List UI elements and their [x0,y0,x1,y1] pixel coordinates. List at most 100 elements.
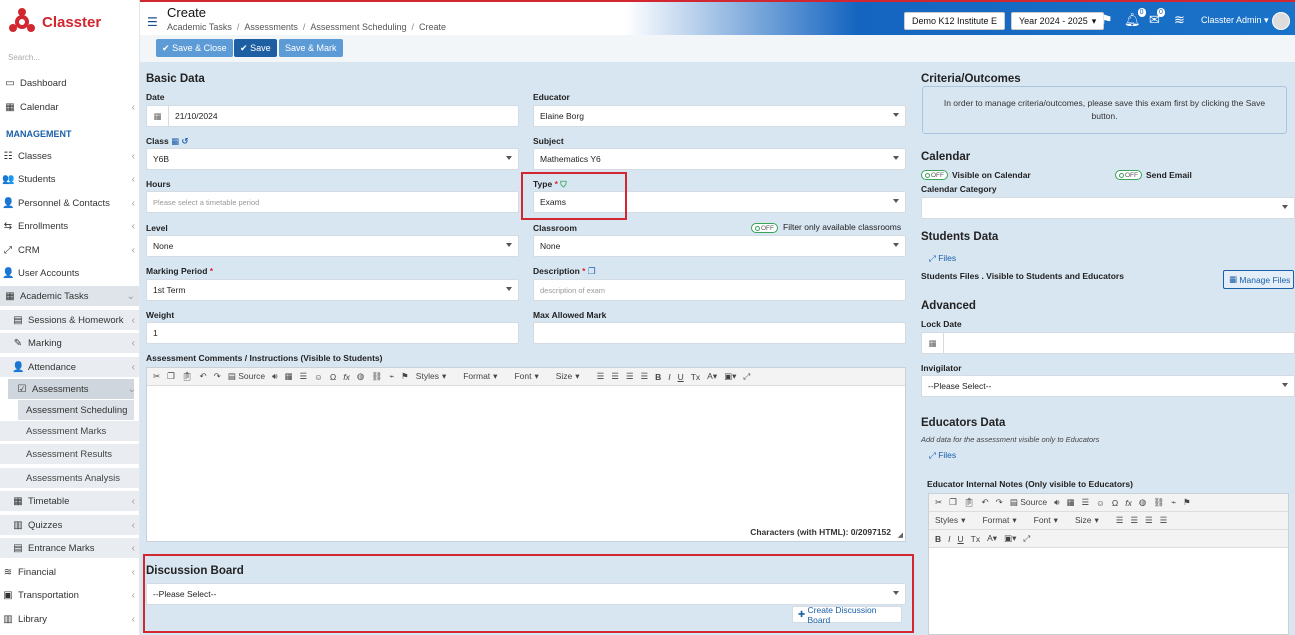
sidebar-item-crm[interactable]: ⤢ CRM ‹ [0,240,139,260]
bold-button[interactable]: B [935,534,941,544]
invigilator-select[interactable]: --Please Select-- [921,375,1295,397]
sidebar-item-classes[interactable]: ☷ Classes ‹ [0,146,139,166]
sidebar-item-personnel[interactable]: 👤 Personnel & Contacts ‹ [0,193,139,213]
paste-icon[interactable]: 📋︎ [182,371,193,382]
table-icon[interactable]: ▦ [1067,497,1075,508]
sidebar-item-financial[interactable]: ≋ Financial ‹ [0,562,139,582]
sidebar-item-timetable[interactable]: ▦ Timetable ‹ [0,491,139,511]
align-right-icon[interactable]: ☰ [1145,515,1153,526]
mail-icon[interactable]: ✉ 0 [1149,8,1165,28]
sidebar-item-calendar[interactable]: ▦ Calendar ‹ [0,97,139,117]
text-color-icon[interactable]: A▾ [987,533,997,544]
sidebar-item-library[interactable]: ▥ Library ‹ [0,609,139,629]
sidebar-item-assessments[interactable]: ☑ Assessments ⌄ [8,379,136,399]
menu-icon[interactable]: ☰ [147,15,158,29]
resize-handle-icon[interactable]: ◢ [898,531,903,539]
copy-icon[interactable]: ❐ [949,497,957,508]
calendar-category-select[interactable] [921,197,1295,219]
layers-icon[interactable]: ≋ [1174,12,1185,28]
max-mark-input[interactable] [533,322,906,344]
format-dropdown[interactable]: Format ▾ [982,515,1026,526]
bell-icon[interactable]: 🔔︎ 0 [1124,8,1146,28]
comments-editor[interactable]: ✂ ❐ 📋︎ ↶ ↷ ▤ Source 🔊︎ ▦ ☰ ☺ Ωfx ◍ ⛓ ⌁ ⚑ Styles ▾ Fo… [146,367,906,542]
clear-format-button[interactable]: Tx [971,534,980,544]
sidebar-item-assessments-analysis[interactable]: Assessments Analysis [0,468,139,488]
styles-dropdown[interactable]: Styles ▾ [416,371,456,382]
sidebar-item-marking[interactable]: ✎ Marking ‹ [0,333,139,353]
calendar-icon[interactable]: ▦ [171,136,179,146]
italic-button[interactable]: I [948,534,950,544]
history-icon[interactable]: ↺ [181,136,188,146]
breadcrumb-assessment-scheduling[interactable]: Assessment Scheduling [310,22,406,32]
level-select[interactable]: None [146,235,519,257]
undo-icon[interactable]: ↶ [982,497,989,508]
user-menu[interactable]: Classter Admin ▾ [1201,15,1269,26]
italic-button[interactable]: I [668,372,670,382]
sidebar-item-assessment-marks[interactable]: Assessment Marks [0,421,139,441]
flag-icon[interactable]: ⚑ [1183,497,1191,508]
globe-icon[interactable]: ◍ [357,371,364,382]
link-icon[interactable]: ⛓ [371,371,382,382]
class-select[interactable]: Y6B [146,148,519,170]
size-dropdown[interactable]: Size ▾ [1075,515,1109,526]
media-icon[interactable]: 🔊︎ [1054,497,1059,508]
hr-icon[interactable]: ☰ [300,371,308,382]
formula-icon[interactable]: fx [343,372,350,382]
smiley-icon[interactable]: ☺ [1096,498,1105,508]
sidebar-item-entrance-marks[interactable]: ▤ Entrance Marks ‹ [0,538,139,558]
sidebar-item-enrollments[interactable]: ⇆ Enrollments ‹ [0,216,139,236]
cut-icon[interactable]: ✂ [153,371,160,382]
send-email-toggle[interactable]: OFF [1115,170,1142,180]
marking-period-select[interactable]: 1st Term [146,279,519,301]
redo-icon[interactable]: ↷ [214,371,221,382]
sidebar-item-assessment-scheduling[interactable]: Assessment Scheduling [18,400,134,420]
underline-button[interactable]: U [678,372,684,382]
size-dropdown[interactable]: Size ▾ [556,371,590,382]
unlink-icon[interactable]: ⌁ [1171,497,1176,508]
align-justify-icon[interactable]: ☰ [1160,515,1168,526]
clear-format-button[interactable]: Tx [691,372,700,382]
educator-select[interactable]: Elaine Borg [533,105,906,127]
students-files-link[interactable]: ⤢ Files [929,253,956,264]
source-button[interactable]: ▤ Source [1010,497,1047,508]
save-close-button[interactable]: ✔ Save & Close [156,39,233,57]
sidebar-item-dashboard[interactable]: ▭ Dashboard [0,73,139,93]
omega-icon[interactable]: Ω [330,372,336,382]
bold-button[interactable]: B [655,372,661,382]
align-center-icon[interactable]: ☰ [611,371,619,382]
create-discussion-button[interactable]: ✚ Create Discussion Board [792,605,902,625]
educators-files-link[interactable]: ⤢ Files [929,450,956,461]
format-dropdown[interactable]: Format ▾ [463,371,507,382]
sidebar-item-user-accounts[interactable]: 👤 User Accounts [0,263,139,283]
align-center-icon[interactable]: ☰ [1130,515,1138,526]
align-right-icon[interactable]: ☰ [626,371,634,382]
date-field[interactable]: ▦ 21/10/2024 [146,105,519,127]
sidebar-search-input[interactable]: Search... [8,53,40,62]
maximize-icon[interactable]: ⤢ [743,371,750,382]
font-dropdown[interactable]: Font ▾ [1034,515,1068,526]
manage-files-button[interactable]: ▦ Manage Files [1223,270,1294,289]
breadcrumb-academic-tasks[interactable]: Academic Tasks [167,22,232,32]
formula-icon[interactable]: fx [1125,498,1132,508]
year-selector[interactable]: Year 2024 - 2025 ▾ [1011,12,1105,30]
align-justify-icon[interactable]: ☰ [640,371,648,382]
link-icon[interactable]: ⛓ [1153,497,1164,508]
visible-calendar-toggle[interactable]: OFF [921,170,948,180]
redo-icon[interactable]: ↷ [996,497,1003,508]
sidebar-item-attendance[interactable]: 👤 Attendance ‹ [0,357,139,377]
app-logo[interactable]: Classter [8,8,101,36]
omega-icon[interactable]: Ω [1112,498,1118,508]
copy-icon[interactable]: ❐ [167,371,175,382]
sidebar-item-sessions-homework[interactable]: ▤ Sessions & Homework ‹ [0,310,139,330]
font-dropdown[interactable]: Font ▾ [514,371,548,382]
smiley-icon[interactable]: ☺ [314,372,323,382]
unlink-icon[interactable]: ⌁ [389,371,394,382]
filter-classrooms-toggle[interactable]: OFF [751,223,778,233]
hr-icon[interactable]: ☰ [1082,497,1090,508]
bg-color-icon[interactable]: ▣▾ [724,371,736,382]
paste-icon[interactable]: 📋︎ [964,497,975,508]
flag-icon[interactable]: ⚑ [1101,12,1113,28]
sidebar-item-transportation[interactable]: ▣ Transportation ‹ [0,585,139,605]
flag-icon[interactable]: ⚑ [401,371,409,382]
breadcrumb-assessments[interactable]: Assessments [244,22,298,32]
